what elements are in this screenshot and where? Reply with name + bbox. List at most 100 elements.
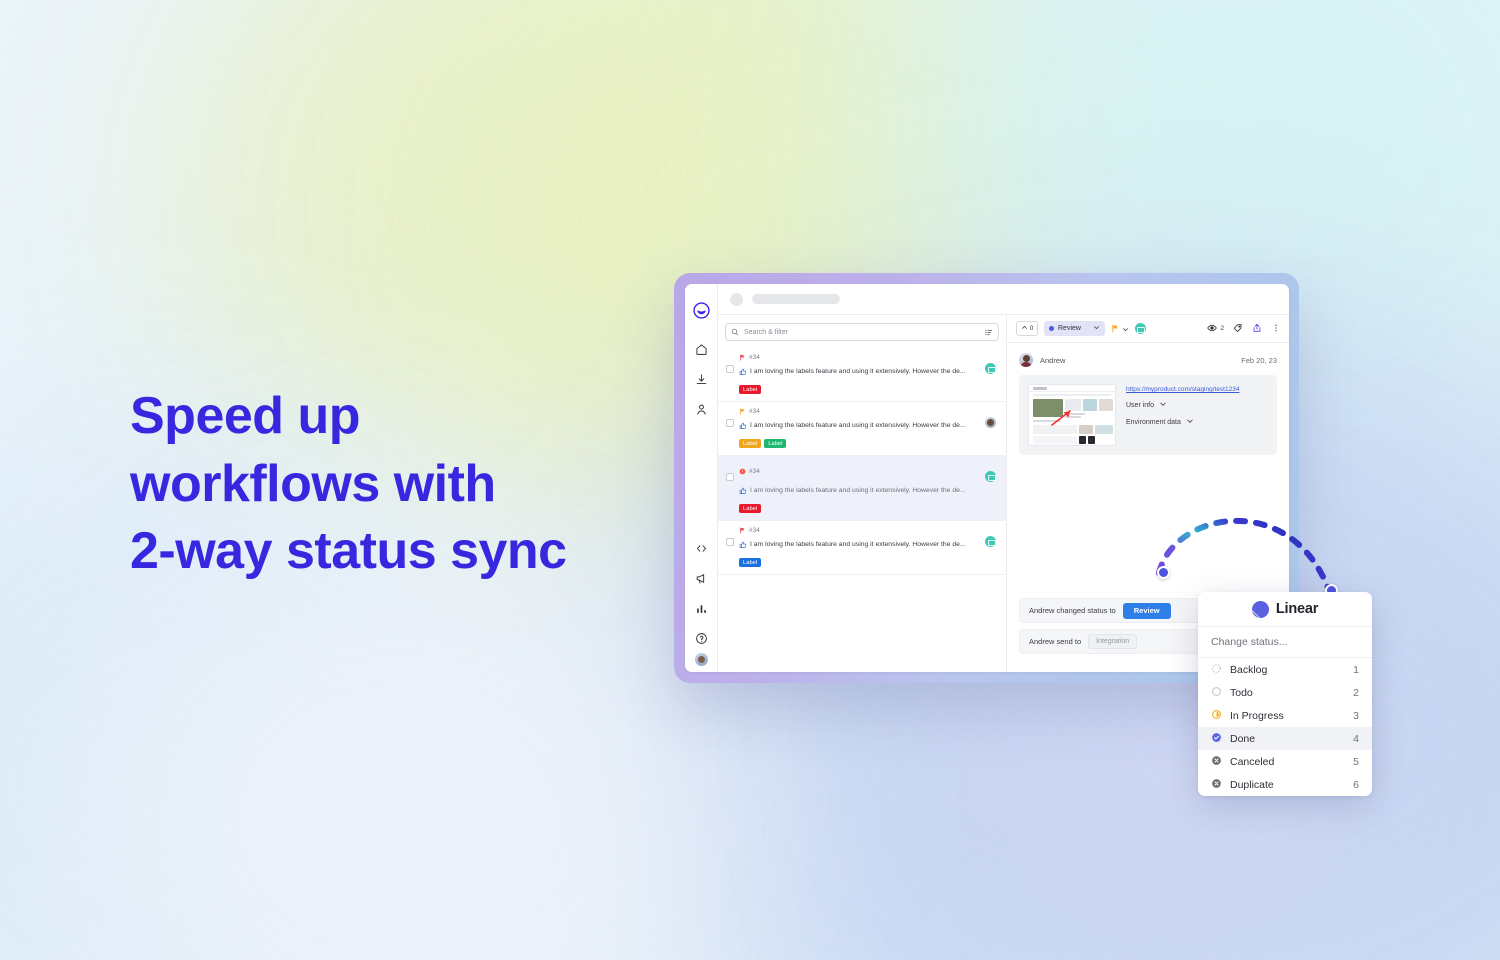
conversation-item[interactable]: #34 I am loving the labels feature and u… [718, 521, 1006, 575]
status-option-shortcut: 1 [1353, 663, 1359, 676]
sidebar-rail [685, 284, 718, 672]
status-option-label: Backlog [1230, 663, 1268, 676]
chevron-down-icon [1159, 400, 1167, 410]
conversation-item[interactable]: #34 I am loving the labels feature and u… [718, 402, 1006, 456]
conversation-checkbox[interactable] [726, 419, 734, 427]
conversation-meta: #34 [739, 354, 980, 361]
assignee-avatar[interactable] [1134, 323, 1146, 334]
linear-status-option[interactable]: Backlog 1 [1198, 658, 1372, 681]
more-vertical-icon[interactable] [1271, 320, 1281, 338]
search-input[interactable]: Search & filter [725, 323, 999, 341]
conversation-label[interactable]: Label [764, 439, 787, 448]
conversation-checkbox[interactable] [726, 365, 734, 373]
conversation-body: #34 I am loving the labels feature and u… [739, 408, 980, 448]
headline-line-3: 2-way status sync [130, 522, 567, 581]
conversation-label[interactable]: Label [739, 558, 762, 567]
sidebar-item-help[interactable] [688, 623, 714, 653]
search-icon [731, 328, 739, 336]
screenshot-thumbnail[interactable] [1028, 384, 1116, 446]
conversation-id: #34 [749, 354, 760, 361]
conversation-items: #34 I am loving the labels feature and u… [718, 348, 1006, 575]
views-indicator[interactable]: 2 [1207, 323, 1224, 335]
status-dropdown[interactable]: Review [1044, 321, 1105, 336]
annotation-arrow-icon [1051, 410, 1071, 426]
topbar-avatar-placeholder [730, 292, 743, 306]
sidebar-item-inbox[interactable] [688, 364, 714, 394]
message-fields: https://myproduct.com/staging/test1234 U… [1126, 384, 1268, 446]
conversation-preview: I am loving the labels feature and using… [739, 363, 980, 381]
status-change-text: Andrew changed status to [1029, 606, 1116, 615]
collapse-count-label: 0 [1029, 325, 1034, 332]
avatar [985, 471, 996, 482]
sidebar-item-contacts[interactable] [688, 394, 714, 424]
conversation-meta: #34 [739, 408, 980, 415]
linear-status-options: Backlog 1 Todo 2 In Progress 3 Done 4 Ca… [1198, 658, 1372, 796]
search-placeholder: Search & filter [744, 328, 788, 336]
conversation-item[interactable]: #34 I am loving the labels feature and u… [718, 348, 1006, 402]
conversation-preview: I am loving the labels feature and using… [739, 417, 980, 435]
tag-icon[interactable] [1233, 320, 1243, 338]
conversation-text: I am loving the labels feature and using… [750, 368, 966, 376]
linear-status-option[interactable]: Done 4 [1198, 727, 1372, 750]
sidebar-item-developers[interactable] [688, 533, 714, 563]
conversation-checkbox[interactable] [726, 473, 734, 481]
conversation-meta: #34 [739, 462, 980, 480]
status-option-shortcut: 2 [1353, 686, 1359, 699]
status-label: Review [1058, 325, 1081, 332]
chevron-up-icon [1021, 324, 1028, 333]
status-option-label: Canceled [1230, 755, 1275, 768]
conversation-text: I am loving the labels feature and using… [750, 487, 966, 495]
status-option-shortcut: 3 [1353, 709, 1359, 722]
linear-status-option[interactable]: Duplicate 6 [1198, 773, 1372, 796]
eye-icon [1207, 323, 1218, 335]
collapse-count-button[interactable]: 0 [1016, 321, 1038, 336]
flag-dropdown[interactable] [1111, 320, 1129, 338]
conversation-item[interactable]: #34 I am loving the labels feature and u… [718, 456, 1006, 521]
linear-status-option[interactable]: Todo 2 [1198, 681, 1372, 704]
conversation-text: I am loving the labels feature and using… [750, 541, 966, 549]
conversation-id: #34 [749, 467, 760, 475]
conversation-checkbox[interactable] [726, 538, 734, 546]
sidebar-item-announcements[interactable] [688, 563, 714, 593]
message-date: Feb 20, 23 [1241, 355, 1277, 365]
field-label: User info [1126, 401, 1155, 409]
linear-status-popup: Linear Change status... Backlog 1 Todo 2… [1198, 592, 1372, 796]
conversation-avatar-wrap [985, 471, 996, 482]
avatar [985, 536, 996, 547]
sidebar-item-reports[interactable] [688, 593, 714, 623]
avatar [985, 417, 996, 428]
connector-node-start [1157, 566, 1170, 579]
review-status-button[interactable]: Review [1122, 602, 1171, 619]
sidebar-item-home[interactable] [688, 334, 714, 364]
conversation-labels: Label [739, 504, 980, 513]
conversation-label[interactable]: Label [739, 439, 762, 448]
collapsible-field[interactable]: User info [1126, 400, 1268, 410]
share-upload-icon[interactable] [1252, 320, 1262, 338]
conversation-body: #34 I am loving the labels feature and u… [739, 462, 980, 513]
conversation-labels: Label [739, 385, 980, 394]
conversation-avatar-wrap [985, 536, 996, 547]
collapsible-field[interactable]: Environment data [1126, 417, 1268, 427]
status-option-label: Duplicate [1230, 778, 1274, 791]
message-author: Andrew [1040, 355, 1066, 365]
report-link[interactable]: https://myproduct.com/staging/test1234 [1126, 386, 1268, 393]
conversation-label[interactable]: Label [739, 504, 762, 513]
thumbs-up-icon [739, 536, 747, 554]
integration-chip[interactable]: Integration [1088, 634, 1138, 649]
status-option-shortcut: 4 [1353, 732, 1359, 745]
linear-status-option[interactable]: In Progress 3 [1198, 704, 1372, 727]
conversation-text: I am loving the labels feature and using… [750, 422, 966, 430]
conversation-preview: I am loving the labels feature and using… [739, 536, 980, 554]
sidebar-item-profile[interactable] [694, 653, 708, 666]
conversation-id: #34 [749, 527, 760, 534]
in-progress-half-circle-icon [1211, 709, 1222, 723]
conversation-label[interactable]: Label [739, 385, 762, 394]
conversation-body: #34 I am loving the labels feature and u… [739, 354, 980, 394]
conversation-labels: Label Label [739, 439, 980, 448]
moon-logo-icon[interactable] [688, 295, 714, 325]
linear-status-option[interactable]: Canceled 5 [1198, 750, 1372, 773]
todo-circle-icon [1211, 686, 1222, 700]
flag-icon [739, 354, 746, 361]
conversation-avatar-wrap [985, 363, 996, 374]
sort-descending-icon[interactable] [984, 328, 993, 337]
